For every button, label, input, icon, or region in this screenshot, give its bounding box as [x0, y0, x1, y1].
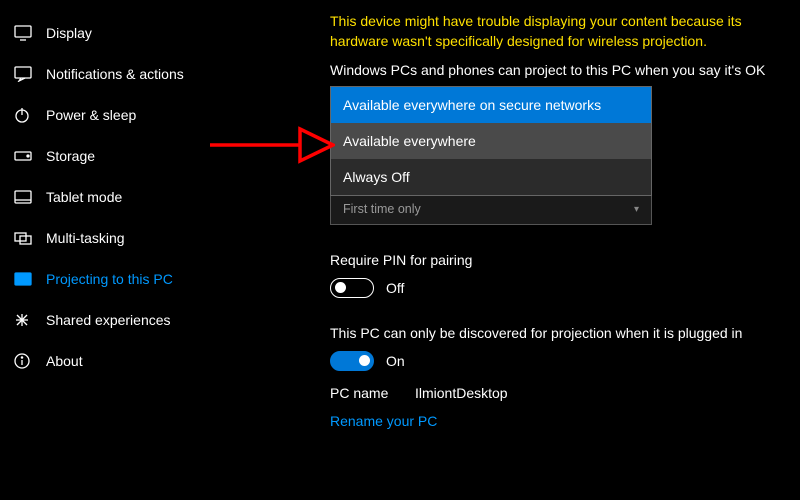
hardware-warning: This device might have trouble displayin… [330, 12, 790, 51]
projecting-icon [14, 272, 38, 286]
sidebar-item-power[interactable]: Power & sleep [0, 94, 255, 135]
sidebar-item-notifications[interactable]: Notifications & actions [0, 53, 255, 94]
tablet-icon [14, 190, 38, 204]
sidebar-item-label: Storage [46, 148, 95, 164]
pin-toggle[interactable] [330, 278, 374, 298]
power-icon [14, 107, 38, 123]
content-pane: This device might have trouble displayin… [330, 0, 790, 429]
project-permission-dropdown[interactable]: Available everywhere on secure networks … [330, 86, 652, 225]
sidebar: Display Notifications & actions Power & … [0, 0, 255, 381]
sidebar-item-label: Multi-tasking [46, 230, 125, 246]
storage-icon [14, 150, 38, 162]
sidebar-item-label: About [46, 353, 83, 369]
pin-toggle-state: Off [386, 280, 404, 296]
sidebar-item-projecting[interactable]: Projecting to this PC [0, 258, 255, 299]
pin-label: Require PIN for pairing [330, 251, 790, 270]
sidebar-item-display[interactable]: Display [0, 12, 255, 53]
dropdown-listbox: Available everywhere on secure networks … [330, 86, 652, 196]
chevron-down-icon: ▾ [634, 204, 639, 215]
sidebar-item-storage[interactable]: Storage [0, 135, 255, 176]
sidebar-item-tablet[interactable]: Tablet mode [0, 176, 255, 217]
sidebar-item-shared[interactable]: Shared experiences [0, 299, 255, 340]
rename-pc-link[interactable]: Rename your PC [330, 413, 437, 429]
about-icon [14, 353, 38, 369]
notifications-icon [14, 66, 38, 82]
sidebar-item-label: Notifications & actions [46, 66, 184, 82]
discover-toggle-state: On [386, 353, 405, 369]
discover-label: This PC can only be discovered for proje… [330, 324, 790, 343]
pc-name-row: PC name IlmiontDesktop [330, 385, 790, 401]
display-icon [14, 25, 38, 41]
pin-section: Require PIN for pairing Off [330, 251, 790, 298]
sidebar-item-label: Projecting to this PC [46, 271, 173, 287]
dropdown-option[interactable]: Available everywhere on secure networks [331, 87, 651, 123]
dropdown-option[interactable]: Available everywhere [331, 123, 651, 159]
sidebar-item-label: Power & sleep [46, 107, 136, 123]
dropdown-collapsed-value[interactable]: First time only ▾ [330, 196, 652, 225]
sidebar-item-label: Display [46, 25, 92, 41]
sidebar-item-label: Tablet mode [46, 189, 122, 205]
dropdown-option[interactable]: Always Off [331, 159, 651, 195]
discover-section: This PC can only be discovered for proje… [330, 324, 790, 371]
sidebar-item-about[interactable]: About [0, 340, 255, 381]
sidebar-item-label: Shared experiences [46, 312, 171, 328]
sidebar-item-multitasking[interactable]: Multi-tasking [0, 217, 255, 258]
shared-icon [14, 312, 38, 328]
pc-name-value: IlmiontDesktop [415, 385, 508, 401]
project-permission-label: Windows PCs and phones can project to th… [330, 61, 790, 80]
discover-toggle[interactable] [330, 351, 374, 371]
dropdown-value-text: First time only [343, 202, 421, 216]
multitasking-icon [14, 231, 38, 245]
pc-name-key: PC name [330, 385, 415, 401]
